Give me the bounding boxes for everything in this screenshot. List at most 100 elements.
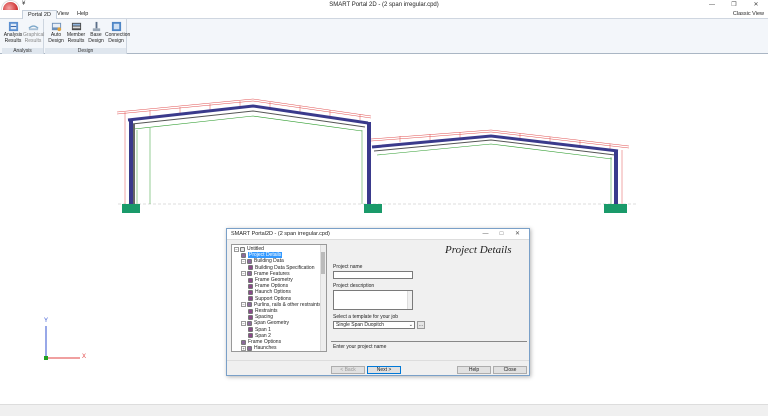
dialog-title: SMART Portal2D - (2 span irregular.cpd) [231,231,330,237]
back-button[interactable]: < Back [331,366,365,374]
maximize-button[interactable]: ❐ [726,0,742,10]
span-2-frame [371,134,623,204]
dialog-minimize-button[interactable]: — [480,229,491,240]
tree-node-icon [248,308,253,314]
member-results-button[interactable]: Member Results [66,20,86,47]
tree-item[interactable]: − Building Data [241,258,284,264]
tree-item[interactable]: Haunch Options [248,289,291,295]
project-name-label: Project name [333,264,363,270]
tree-item-label: Building Data Specification [255,264,315,271]
tree-scrollbar-thumb[interactable] [321,252,325,274]
tree-expander-icon[interactable]: + [241,345,246,351]
tree-node-icon [247,345,252,351]
description-scrollbar[interactable] [407,291,412,309]
connection-design-button[interactable]: Connection Design [105,20,130,47]
tree-item-label: Span 2 [255,332,271,339]
tree-expander-icon[interactable]: − [241,302,246,308]
axis-indicator: Y X [40,316,100,368]
tree-item[interactable]: Span 2 [248,333,271,339]
tree-node-icon [247,271,252,277]
tree-scrollbar[interactable] [320,245,326,351]
tree-item[interactable]: Frame Options [241,339,281,345]
next-button[interactable]: Next > [367,366,401,374]
window-title: SMART Portal 2D - (2 span irregular.cpd) [329,2,439,8]
tree-item[interactable]: + Haunches [241,345,277,351]
dialog-maximize-button[interactable]: □ [496,229,507,240]
tree-item-label: Haunch Options [255,289,291,296]
tree-item-label: Project Details [248,252,283,259]
template-select[interactable]: Single Span Duopitch ⌄ [333,321,415,329]
tree-node-icon [248,296,253,302]
tree-node-icon [241,252,246,258]
tree-item[interactable]: Spacing [248,314,273,320]
tree-node-icon [247,320,252,326]
tree-item[interactable]: Building Data Specification [248,265,314,271]
tree-node-icon [241,339,246,345]
analysis-group: Analysis Results Graphical Results Analy… [2,19,44,54]
design-group: Auto Design Member Results Base Design C… [45,19,130,54]
graphical-results-button[interactable]: Graphical Results [23,20,44,47]
project-description-textarea[interactable] [333,290,413,310]
auto-design-icon [51,22,61,32]
template-label: Select a template for your job [333,314,399,320]
tree-item-label: Span Geometry [254,320,290,327]
template-select-value: Single Span Duopitch [336,322,385,328]
tree-node-icon [247,258,252,264]
tree-node-icon [248,283,253,289]
tree-item[interactable]: − Span Geometry [241,320,289,326]
tree-node-icon [248,333,253,339]
dialog-close-action-button[interactable]: Close [493,366,527,374]
analysis-results-button[interactable]: Analysis Results [3,20,23,47]
tree-item[interactable]: Frame Geometry [248,277,293,283]
base-design-label-2: Design [88,37,104,44]
minimize-button[interactable]: — [704,0,720,10]
tree-node-icon [248,277,253,283]
template-browse-button[interactable]: ... [417,321,425,329]
analysis-results-icon [8,21,18,32]
connection-design-label-2: Design [108,37,124,44]
tree-node-icon [248,289,253,295]
classic-view-link[interactable]: Classic View [733,10,764,19]
title-bar: ¥ SMART Portal 2D - (2 span irregular.cp… [0,0,768,18]
connection-design-icon [111,21,121,32]
tree-node-icon [240,246,245,252]
tree-node-icon [248,327,253,333]
tab-help[interactable]: Help [72,10,93,19]
tree-expander-icon[interactable]: − [234,246,239,252]
tree-item[interactable]: Frame Options [248,283,288,289]
axis-x-label: X [82,354,87,360]
tree-item[interactable]: Support Options [248,296,291,302]
base-design-button[interactable]: Base Design [86,20,106,47]
application-window: ¥ SMART Portal 2D - (2 span irregular.cp… [0,0,768,416]
dialog-close-button[interactable]: ✕ [512,229,523,240]
tree-expander-icon[interactable]: − [241,320,246,326]
project-wizard-dialog: SMART Portal2D - (2 span irregular.cpd) … [226,228,530,376]
graphical-results-label-2: Results [24,37,42,44]
tree-node-icon [248,265,253,271]
tree-item[interactable]: Span 1 [248,327,271,333]
tree-item[interactable]: Project Details [241,252,283,259]
auto-design-button[interactable]: Auto Design [46,20,66,47]
tree-expander-icon[interactable]: − [241,271,246,277]
navigation-tree[interactable]: − Untitled Project Details − Building Data Bu… [231,244,327,352]
dialog-separator [227,360,529,361]
tree-expander-icon[interactable]: − [241,258,246,264]
help-button[interactable]: Help [457,366,491,374]
tree-item-label: Purlins, rails & other restraints [254,301,321,308]
tab-view[interactable]: View [52,10,74,19]
ribbon-tabs: Portal 2D View Help [0,10,768,19]
tree-item[interactable]: − Purlins, rails & other restraints [241,302,321,308]
tree-item[interactable]: − Untitled [234,246,264,252]
support-base-2 [364,204,382,213]
tree-item-label: Frame Options [248,339,282,345]
tree-item[interactable]: − Frame Features [241,271,290,277]
graphical-results-icon [27,25,39,31]
tree-item-label: Frame Options [255,283,289,290]
page-heading: Project Details [445,244,512,256]
close-button[interactable]: ✕ [748,0,764,10]
project-name-input[interactable] [333,271,413,279]
status-bar [0,404,768,416]
span-1-frame [127,104,371,204]
tree-node-icon [248,314,253,320]
tree-item[interactable]: Restraints [248,308,278,314]
